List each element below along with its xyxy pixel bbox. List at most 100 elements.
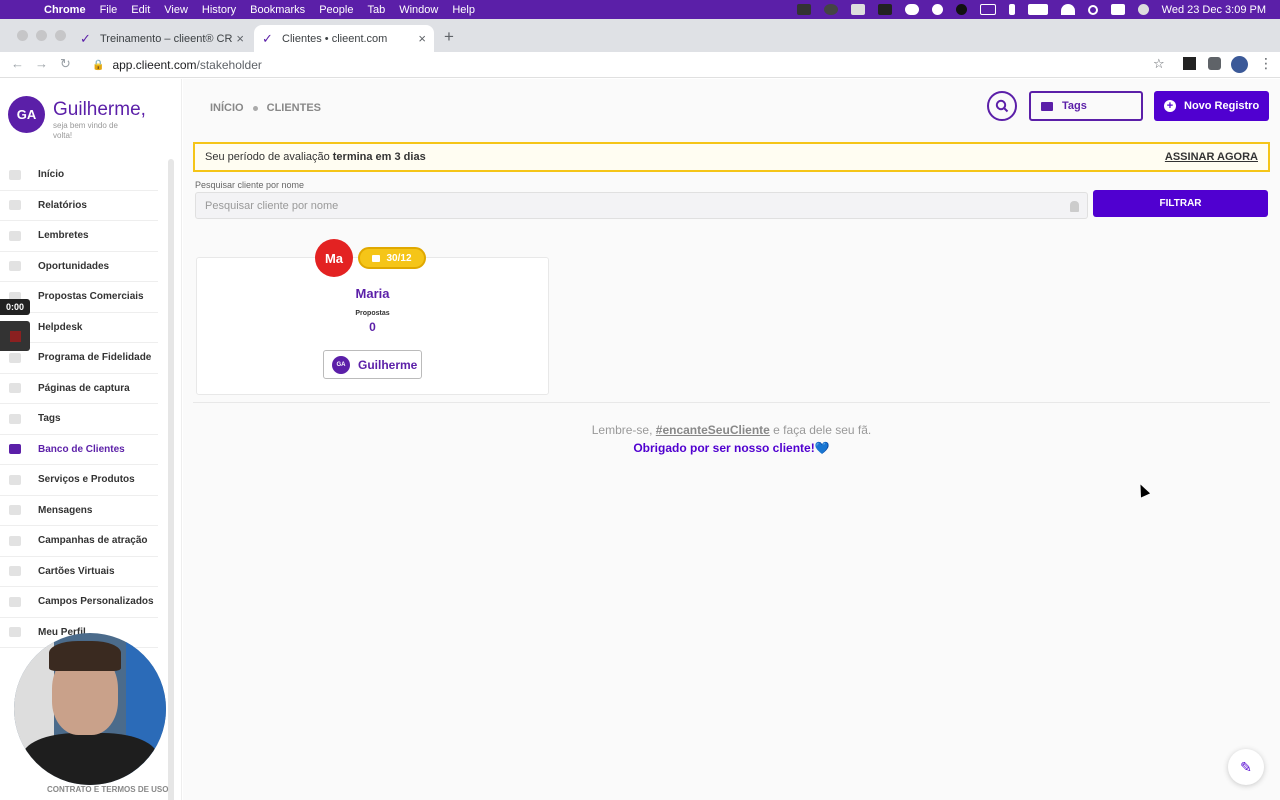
- contract-link[interactable]: CONTRATO E TERMOS DE USO: [47, 785, 169, 794]
- menu-people[interactable]: People: [319, 4, 353, 16]
- search-icon: [995, 99, 1009, 113]
- browser-tab-treinamento[interactable]: ✓ Treinamento – clieent® CRM ×: [72, 25, 252, 52]
- display-icon[interactable]: [850, 4, 865, 15]
- browser-toolbar: ← → ↻ 🔒 app.clieent.com/stakeholder ☆ ⋮: [0, 52, 1280, 78]
- stop-icon: [10, 331, 21, 342]
- dark-mode-icon[interactable]: [955, 4, 967, 15]
- puzzle-extensions-icon[interactable]: [1208, 57, 1221, 70]
- loyalty-icon: [9, 352, 21, 363]
- menu-tab[interactable]: Tab: [367, 4, 385, 16]
- client-name[interactable]: Maria: [196, 286, 549, 301]
- lock-icon[interactable]: 🔒: [92, 60, 104, 71]
- sidebar-item-lembretes[interactable]: Lembretes: [0, 221, 158, 252]
- heart-icon: 💙: [814, 441, 830, 455]
- menu-view[interactable]: View: [164, 4, 188, 16]
- macos-menubar: Chrome File Edit View History Bookmarks …: [0, 0, 1280, 19]
- sidebar-item-paginas-captura[interactable]: Páginas de captura: [0, 374, 158, 404]
- bluetooth-icon[interactable]: [1008, 4, 1015, 15]
- card-icon: [9, 566, 21, 577]
- menu-history[interactable]: History: [202, 4, 236, 16]
- hashtag-link[interactable]: #encanteSeuCliente: [656, 423, 770, 437]
- user-avatar[interactable]: GA: [8, 96, 45, 133]
- menu-file[interactable]: File: [100, 4, 118, 16]
- menu-help[interactable]: Help: [452, 4, 475, 16]
- sidebar-item-label: Helpdesk: [38, 321, 83, 333]
- notification-app-icon[interactable]: [877, 4, 892, 15]
- sidebar-item-mensagens[interactable]: Mensagens: [0, 496, 158, 526]
- extension-icon[interactable]: [1183, 57, 1196, 70]
- user-icon: [1070, 201, 1079, 212]
- cloud-icon[interactable]: [904, 4, 919, 15]
- client-search-input[interactable]: Pesquisar cliente por nome: [195, 192, 1088, 219]
- proposals-count: 0: [369, 320, 376, 334]
- sidebar-item-label: Início: [38, 169, 65, 181]
- back-icon[interactable]: ←: [11, 56, 24, 71]
- plus-circle-icon: +: [1164, 100, 1176, 112]
- sidebar-item-label: Campanhas de atração: [38, 535, 148, 547]
- close-window-button[interactable]: [17, 30, 28, 41]
- gear-status-icon[interactable]: [931, 4, 943, 15]
- tab-title: Treinamento – clieent® CRM: [100, 32, 233, 45]
- sidebar-scrollbar[interactable]: [168, 159, 174, 800]
- magic-wand-button[interactable]: ✎: [1228, 749, 1264, 785]
- new-record-button[interactable]: + Novo Registro: [1154, 91, 1269, 121]
- greeting: Guilherme,: [53, 99, 146, 120]
- search-button[interactable]: [987, 91, 1017, 121]
- screen-record-icon[interactable]: [796, 4, 811, 15]
- reload-icon[interactable]: ↻: [60, 56, 71, 72]
- sidebar-item-cartoes[interactable]: Cartões Virtuais: [0, 557, 158, 587]
- sidebar-item-campanhas[interactable]: Campanhas de atração: [0, 526, 158, 557]
- menu-bookmarks[interactable]: Bookmarks: [250, 4, 305, 16]
- sidebar-item-banco-clientes[interactable]: Banco de Clientes: [0, 435, 158, 465]
- tag-icon: [9, 413, 21, 424]
- sidebar-item-servicos[interactable]: Serviços e Produtos: [0, 465, 158, 496]
- wifi-icon[interactable]: [1060, 4, 1075, 15]
- app-status-icon[interactable]: [823, 4, 838, 15]
- stop-recording-button[interactable]: [0, 321, 30, 351]
- subscribe-link[interactable]: ASSINAR AGORA: [1165, 151, 1258, 163]
- sidebar-item-tags[interactable]: Tags: [0, 404, 158, 435]
- client-avatar[interactable]: Ma: [315, 239, 353, 277]
- sidebar-item-oportunidades[interactable]: Oportunidades: [0, 252, 158, 282]
- owner-button[interactable]: GA Guilherme: [323, 350, 422, 379]
- breadcrumb-separator: [252, 105, 258, 111]
- search-placeholder: Pesquisar cliente por nome: [205, 199, 339, 212]
- browser-tab-clientes[interactable]: ✓ Clientes • clieent.com ×: [254, 25, 434, 52]
- new-tab-icon[interactable]: +: [444, 27, 454, 47]
- breadcrumb-clientes[interactable]: CLIENTES: [267, 102, 321, 114]
- menubar-clock[interactable]: Wed 23 Dec 3:09 PM: [1162, 4, 1266, 16]
- owner-avatar: GA: [332, 355, 350, 374]
- breadcrumb-inicio[interactable]: INÍCIO: [210, 102, 244, 114]
- tags-button[interactable]: Tags: [1029, 91, 1143, 121]
- zoom-window-button[interactable]: [55, 30, 66, 41]
- menu-window[interactable]: Window: [399, 4, 438, 16]
- url-host: app.clieent.com: [112, 58, 197, 72]
- browser-tabstrip: ✓ Treinamento – clieent® CRM × ✓ Cliente…: [0, 19, 1280, 52]
- menu-chrome[interactable]: Chrome: [44, 4, 86, 16]
- thanks-text: Obrigado por ser nosso cliente!💙: [183, 441, 1280, 455]
- address-bar[interactable]: 🔒 app.clieent.com/stakeholder: [84, 54, 1174, 76]
- bookmark-star-icon[interactable]: ☆: [1153, 56, 1165, 72]
- menu-edit[interactable]: Edit: [131, 4, 150, 16]
- minimize-window-button[interactable]: [36, 30, 47, 41]
- chrome-menu-icon[interactable]: ⋮: [1259, 55, 1273, 72]
- close-tab-icon[interactable]: ×: [418, 31, 426, 46]
- battery-full-icon[interactable]: [979, 4, 996, 15]
- filter-button[interactable]: FILTRAR: [1093, 190, 1268, 217]
- control-center-icon[interactable]: [1110, 4, 1125, 15]
- tab-title: Clientes • clieent.com: [282, 32, 388, 45]
- siri-icon[interactable]: [1137, 4, 1149, 15]
- document-icon: [9, 200, 21, 211]
- sidebar-item-label: Relatórios: [38, 199, 87, 211]
- sidebar-item-relatorios[interactable]: Relatórios: [0, 191, 158, 221]
- forward-icon[interactable]: →: [35, 56, 48, 71]
- spotlight-icon[interactable]: [1087, 4, 1098, 15]
- sidebar-item-label: Cartões Virtuais: [38, 565, 115, 577]
- sidebar-item-campos[interactable]: Campos Personalizados: [0, 587, 158, 618]
- battery-icon[interactable]: [1027, 4, 1048, 15]
- profile-avatar[interactable]: [1231, 56, 1248, 73]
- close-tab-icon[interactable]: ×: [236, 31, 244, 46]
- birthday-date: 30/12: [386, 252, 412, 264]
- sidebar-item-label: Serviços e Produtos: [38, 474, 135, 486]
- sidebar-item-inicio[interactable]: Início: [0, 160, 158, 191]
